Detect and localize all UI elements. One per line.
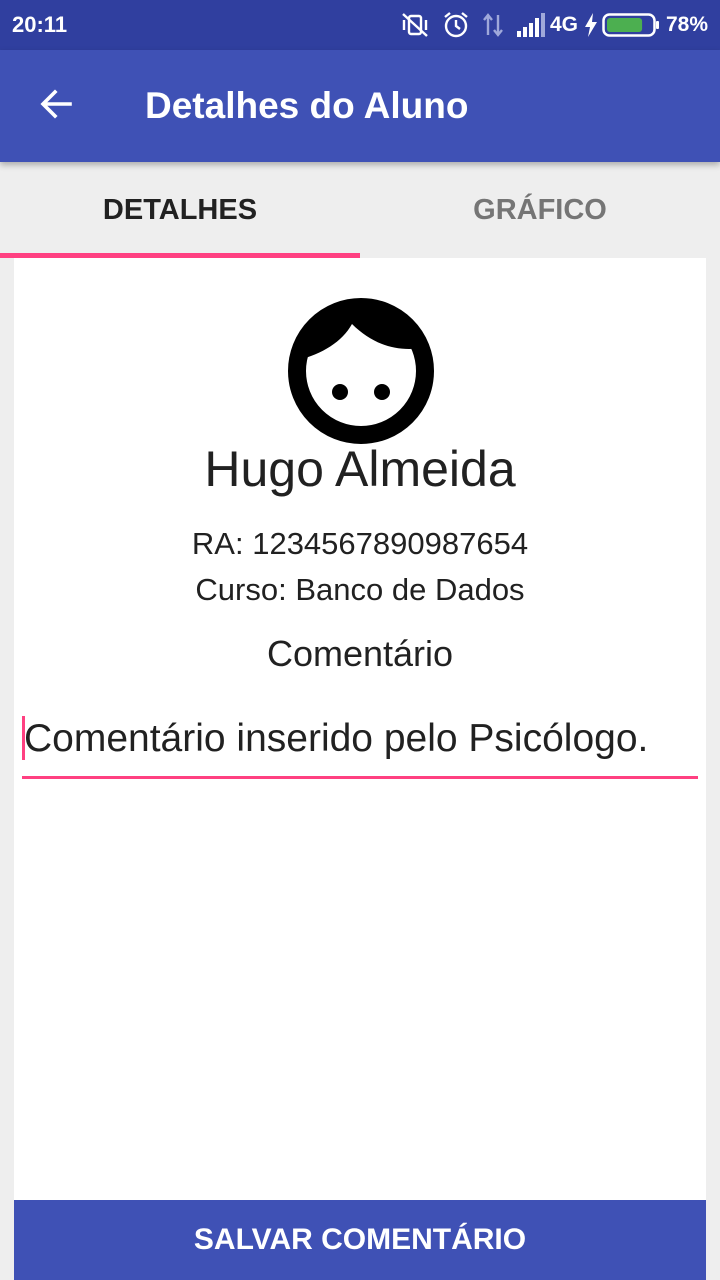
battery-icon xyxy=(602,12,660,38)
vibrate-off-icon xyxy=(400,11,430,39)
back-button[interactable] xyxy=(24,74,88,138)
tab-detalhes[interactable]: DETALHES xyxy=(0,162,360,258)
status-icons: 4G 78% xyxy=(400,10,708,40)
data-arrows-icon xyxy=(482,11,504,39)
app-bar: Detalhes do Aluno xyxy=(0,50,720,162)
comment-text: Comentário inserido pelo Psicólogo. xyxy=(24,717,649,760)
student-ra: RA: 1234567890987654 xyxy=(191,526,529,561)
signal-icon xyxy=(516,13,546,37)
status-time: 20:11 xyxy=(12,12,68,37)
comment-label: Comentário xyxy=(266,633,454,674)
face-icon xyxy=(288,298,434,444)
comment-input[interactable]: Comentário inserido pelo Psicólogo. xyxy=(22,710,698,779)
alarm-icon xyxy=(442,11,470,39)
battery-percent: 78% xyxy=(665,13,708,36)
student-name: Hugo Almeida xyxy=(204,441,516,497)
charging-icon xyxy=(584,13,598,37)
status-bar: 20:11 4G 78% xyxy=(0,0,720,50)
network-type: 4G xyxy=(549,13,578,36)
save-comment-button[interactable]: SALVAR COMENTÁRIO xyxy=(14,1200,706,1280)
page-title: Detalhes do Aluno xyxy=(145,85,469,126)
student-details-card: Hugo Almeida RA: 1234567890987654 Curso:… xyxy=(14,258,706,1200)
tab-bar: DETALHES GRÁFICO xyxy=(0,162,720,258)
student-course: Curso: Banco de Dados xyxy=(195,572,525,607)
tab-grafico[interactable]: GRÁFICO xyxy=(360,162,720,258)
text-cursor xyxy=(22,716,25,760)
arrow-back-icon xyxy=(38,86,74,127)
